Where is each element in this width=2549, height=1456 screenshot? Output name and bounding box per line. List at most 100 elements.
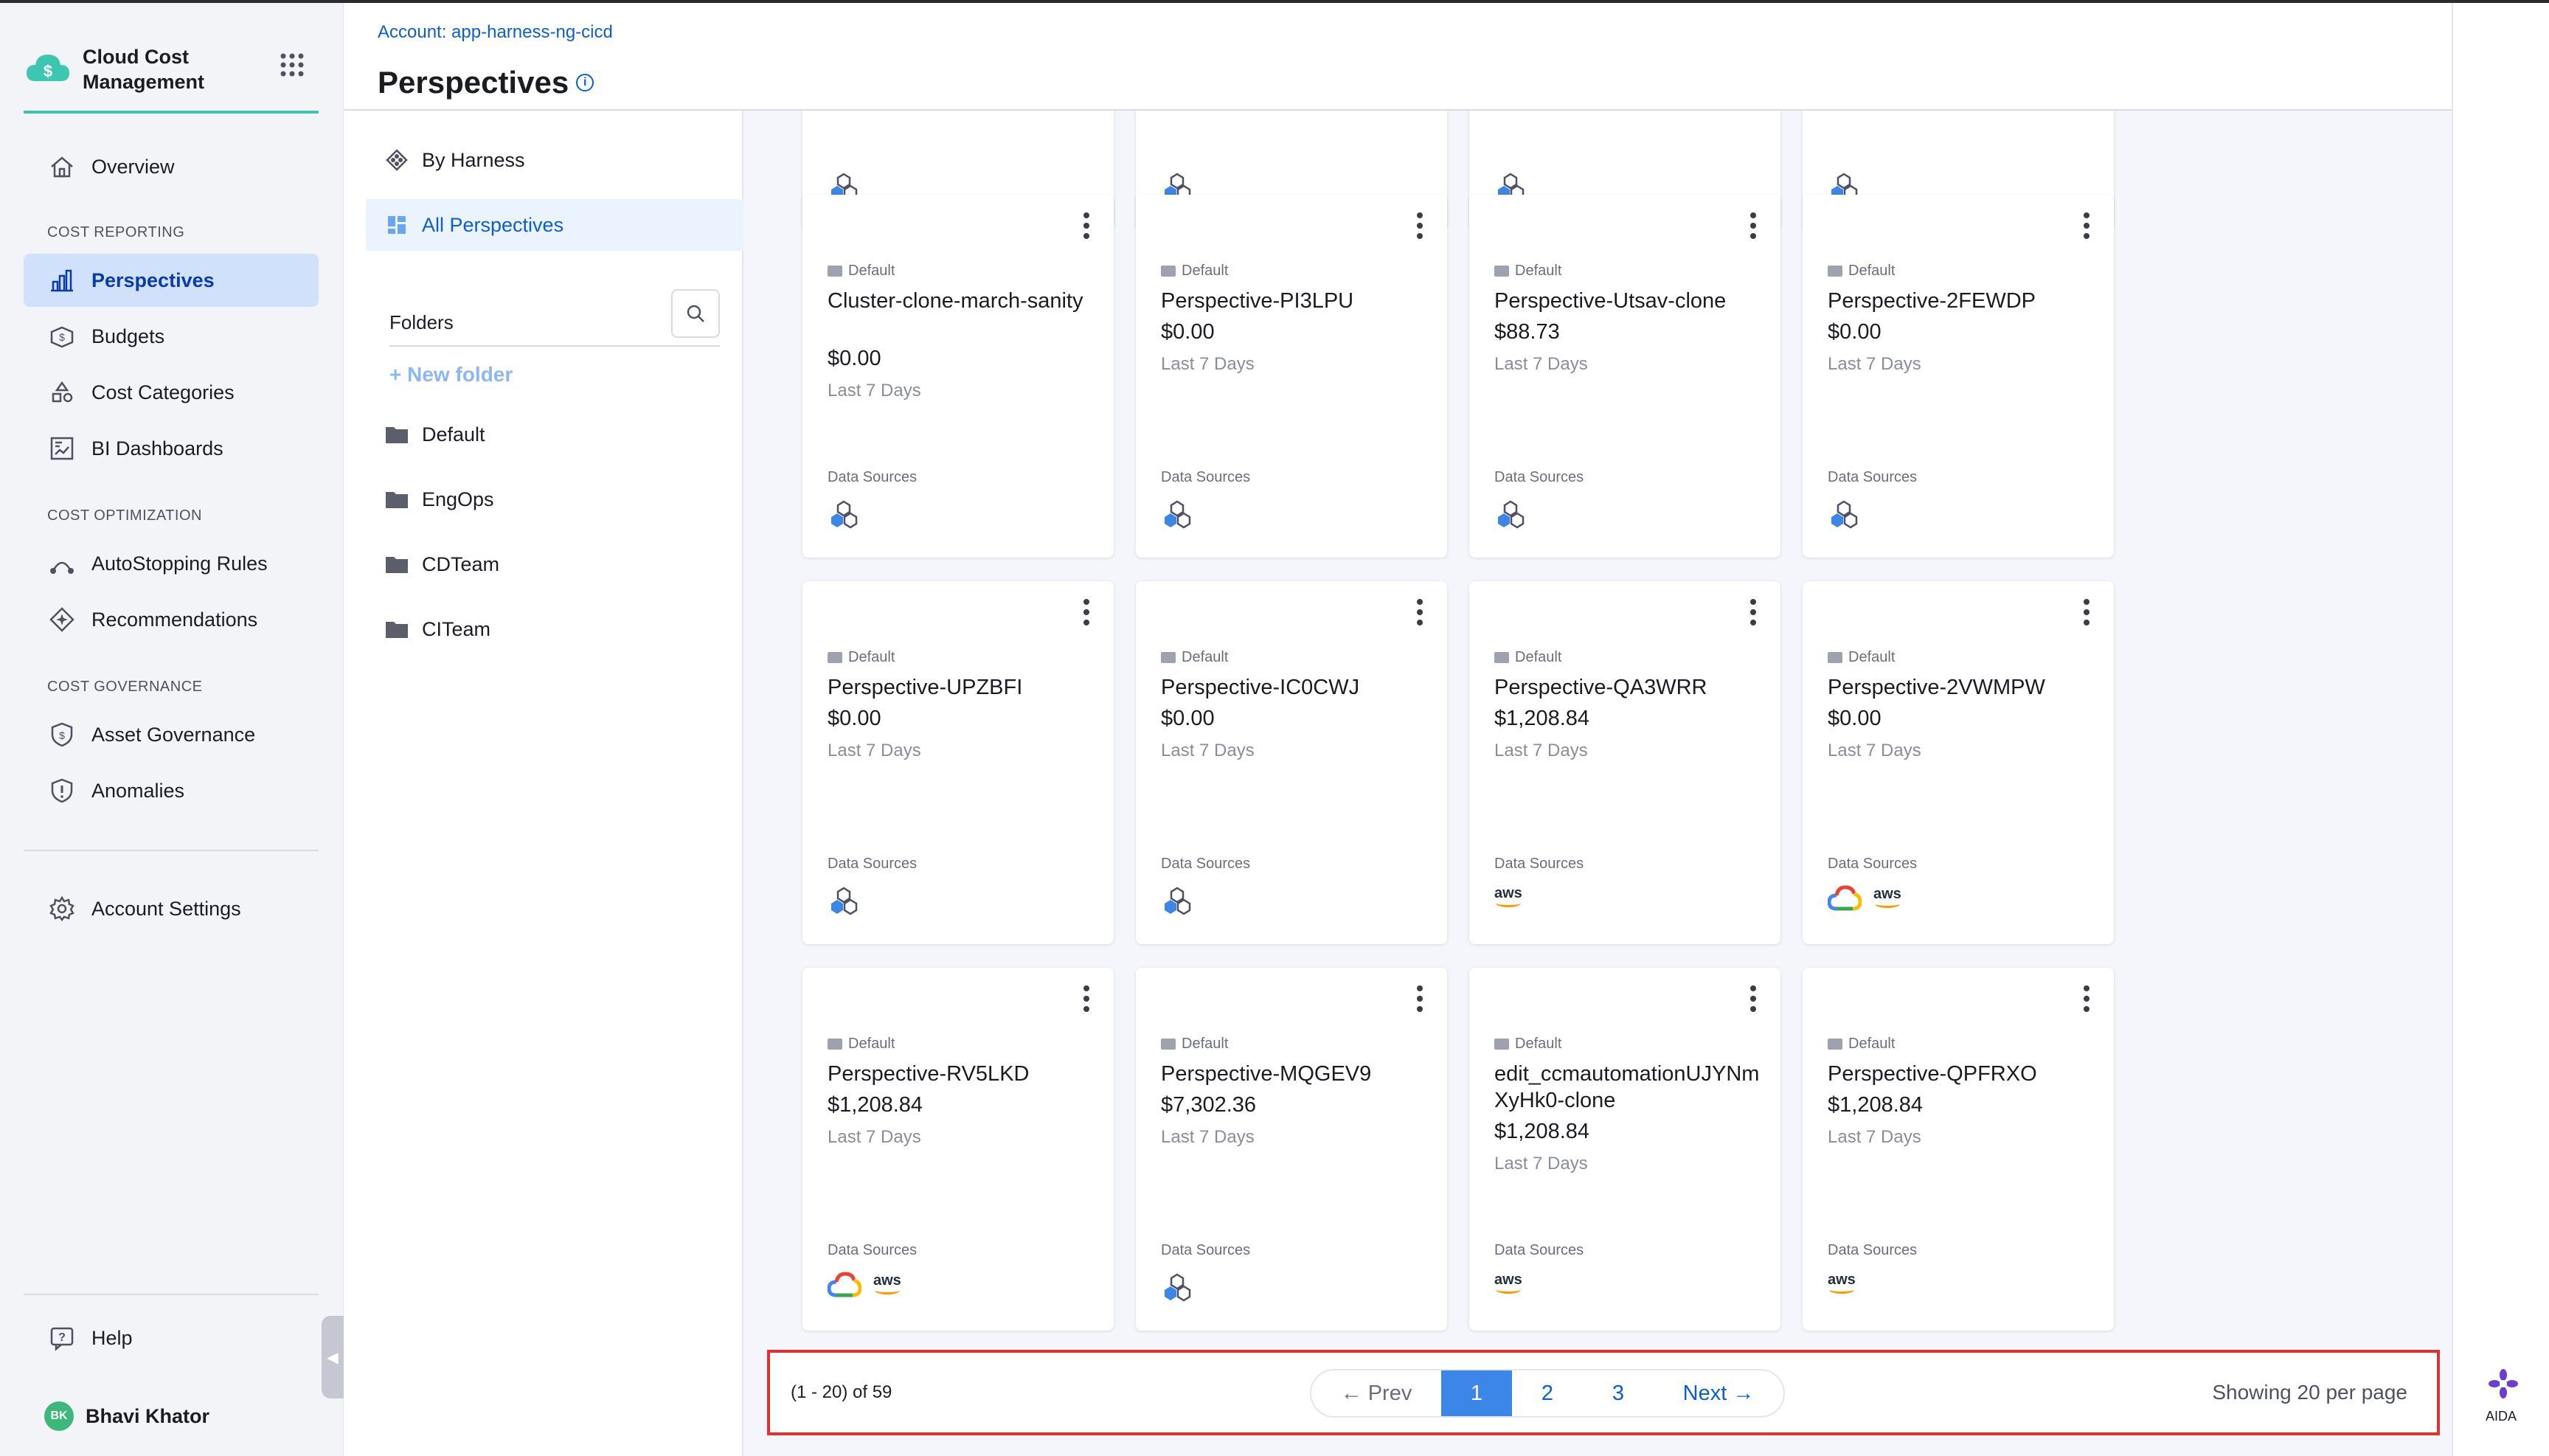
card-cost: $0.00 (1161, 320, 1215, 344)
cluster-icon (831, 500, 858, 529)
more-options-icon[interactable] (1083, 985, 1090, 1012)
card-folder-label: Default (1515, 649, 1562, 665)
cluster-icon (1165, 1273, 1191, 1302)
breadcrumb[interactable]: Account: app-harness-ng-cicd (378, 22, 613, 43)
card-period: Last 7 Days (1161, 741, 1255, 760)
folder-icon (828, 652, 842, 663)
more-options-icon[interactable] (2083, 212, 2090, 239)
folders-panel: By Harness All Perspectives Folders + Ne… (344, 111, 743, 1456)
aws-icon: aws (1494, 1272, 1522, 1297)
perspective-card[interactable]: Default Perspective-UPZBFI $0.00 Last 7 Day… (802, 581, 1114, 944)
svg-text:?: ? (58, 1331, 66, 1344)
perspectives-grid: Default Cluster-clone-march-sanity $0.00 La… (743, 111, 2452, 1456)
budget-icon: $ (47, 322, 77, 351)
card-folder-label: Default (1182, 1036, 1229, 1052)
data-source-icons (1161, 885, 1193, 918)
nav-item-label: BI Dashboards (91, 437, 223, 460)
app-brand[interactable]: $ Cloud Cost Management (24, 43, 319, 114)
folder-icon (828, 1039, 842, 1050)
data-source-icons (828, 885, 860, 918)
perspective-card[interactable]: Default Perspective-MQGEV9 $7,302.36 Last 7… (1136, 968, 1447, 1331)
aws-icon: aws (1828, 1272, 1856, 1297)
nav-item-help[interactable]: ? Help (24, 1311, 319, 1365)
next-page-button[interactable]: Next → (1654, 1370, 1783, 1416)
card-cost: $0.00 (828, 347, 881, 370)
by-harness-item[interactable]: By Harness (366, 134, 743, 186)
more-options-icon[interactable] (1416, 985, 1423, 1012)
more-options-icon[interactable] (1749, 212, 1757, 239)
more-options-icon[interactable] (2083, 985, 2090, 1012)
prev-page-button[interactable]: ← Prev (1311, 1370, 1441, 1416)
page-button-1[interactable]: 1 (1441, 1370, 1512, 1416)
more-options-icon[interactable] (1083, 212, 1090, 239)
folder-search-button[interactable] (671, 289, 720, 338)
info-icon[interactable]: i (576, 74, 594, 91)
page-button-3[interactable]: 3 (1583, 1370, 1654, 1416)
card-title: Perspective-2VWMPW (1828, 676, 2045, 699)
collapse-nav-button[interactable]: ◀ (322, 1316, 344, 1398)
more-options-icon[interactable] (2083, 599, 2090, 625)
perspective-card[interactable]: Default Perspective-QA3WRR $1,208.84 Last 7… (1469, 581, 1780, 944)
folder-icon (1494, 652, 1509, 663)
folder-item-default[interactable]: Default (366, 409, 743, 460)
perspective-card[interactable]: Default Perspective-Utsav-clone $88.73 Last… (1469, 195, 1780, 558)
nav-item-recommendations[interactable]: Recommendations (24, 593, 319, 646)
more-options-icon[interactable] (1083, 599, 1090, 625)
nav-item-anomalies[interactable]: Anomalies (24, 764, 319, 817)
data-sources-label: Data Sources (828, 1242, 918, 1258)
data-source-icons: aws (1494, 885, 1522, 910)
nav-item-overview[interactable]: Overview (24, 140, 319, 193)
page-title-text: Perspectives (378, 65, 569, 100)
page-header: Account: app-harness-ng-cicd Perspective… (344, 3, 2452, 111)
nav-item-bi-dashboards[interactable]: BI Dashboards (24, 422, 319, 475)
nav-divider (24, 850, 319, 851)
card-period: Last 7 Days (1494, 1154, 1588, 1174)
bar-chart-icon (47, 266, 77, 295)
cluster-icon (1165, 887, 1191, 915)
cluster-icon (831, 887, 858, 915)
nav-item-perspectives[interactable]: Perspectives (24, 254, 319, 307)
nav-item-budgets[interactable]: $ Budgets (24, 310, 319, 363)
user-profile[interactable]: BK Bhavi Khator (44, 1401, 209, 1431)
cluster-icon (1165, 500, 1191, 529)
folder-icon (1494, 1039, 1509, 1050)
governance-shield-icon: $ (47, 720, 77, 749)
card-folder-label: Default (1848, 263, 1896, 279)
perspective-card[interactable]: Default Perspective-IC0CWJ $0.00 Last 7 Day… (1136, 581, 1447, 944)
card-folder: Default (1494, 1036, 1561, 1053)
card-title: Perspective-MQGEV9 (1161, 1062, 1372, 1086)
nav-item-account-settings[interactable]: Account Settings (24, 882, 319, 935)
gear-icon (47, 894, 77, 923)
perspective-card[interactable]: Default Perspective-PI3LPU $0.00 Last 7 Day… (1136, 195, 1447, 558)
more-options-icon[interactable] (1749, 599, 1757, 625)
nav-item-asset-governance[interactable]: $ Asset Governance (24, 708, 319, 761)
folder-item-cdteam[interactable]: CDTeam (366, 538, 743, 590)
new-folder-button[interactable]: + New folder (389, 363, 513, 386)
more-options-icon[interactable] (1416, 212, 1423, 239)
aida-icon[interactable] (2489, 1369, 2518, 1398)
folder-icon (828, 266, 842, 277)
app-switcher-icon[interactable] (279, 52, 305, 78)
nav-item-autostopping-rules[interactable]: AutoStopping Rules (24, 537, 319, 590)
nav-item-cost-categories[interactable]: Cost Categories (24, 366, 319, 419)
folder-item-engops[interactable]: EngOps (366, 474, 743, 525)
perspective-card[interactable]: Default edit_ccmautomationUJYNmXyHk0-clon… (1469, 968, 1780, 1331)
pagination-count: (1 - 20) of 59 (791, 1382, 892, 1402)
folder-icon (1828, 652, 1842, 663)
card-folder: Default (1828, 263, 1895, 280)
perspective-card[interactable]: Default Perspective-2VWMPW $0.00 Last 7 Day… (1803, 581, 2114, 944)
page-title: Perspectives i (378, 65, 594, 100)
more-options-icon[interactable] (1749, 985, 1757, 1012)
perspective-card[interactable]: Default Perspective-QPFRXO $1,208.84 Last 7… (1803, 968, 2114, 1331)
aida-label: AIDA (2486, 1409, 2517, 1424)
card-cost: $1,208.84 (1494, 1120, 1590, 1143)
page-button-2[interactable]: 2 (1512, 1370, 1583, 1416)
nav-section-cost-governance: COST GOVERNANCE (47, 679, 203, 695)
perspective-card[interactable]: Default Perspective-RV5LKD $1,208.84 Last 7… (802, 968, 1114, 1331)
card-cost: $88.73 (1494, 320, 1560, 344)
all-perspectives-item[interactable]: All Perspectives (366, 199, 743, 251)
perspective-card[interactable]: Default Cluster-clone-march-sanity $0.00 La… (802, 195, 1114, 558)
more-options-icon[interactable] (1416, 599, 1423, 625)
folder-item-citeam[interactable]: CITeam (366, 603, 743, 655)
perspective-card[interactable]: Default Perspective-2FEWDP $0.00 Last 7 Day… (1803, 195, 2114, 558)
